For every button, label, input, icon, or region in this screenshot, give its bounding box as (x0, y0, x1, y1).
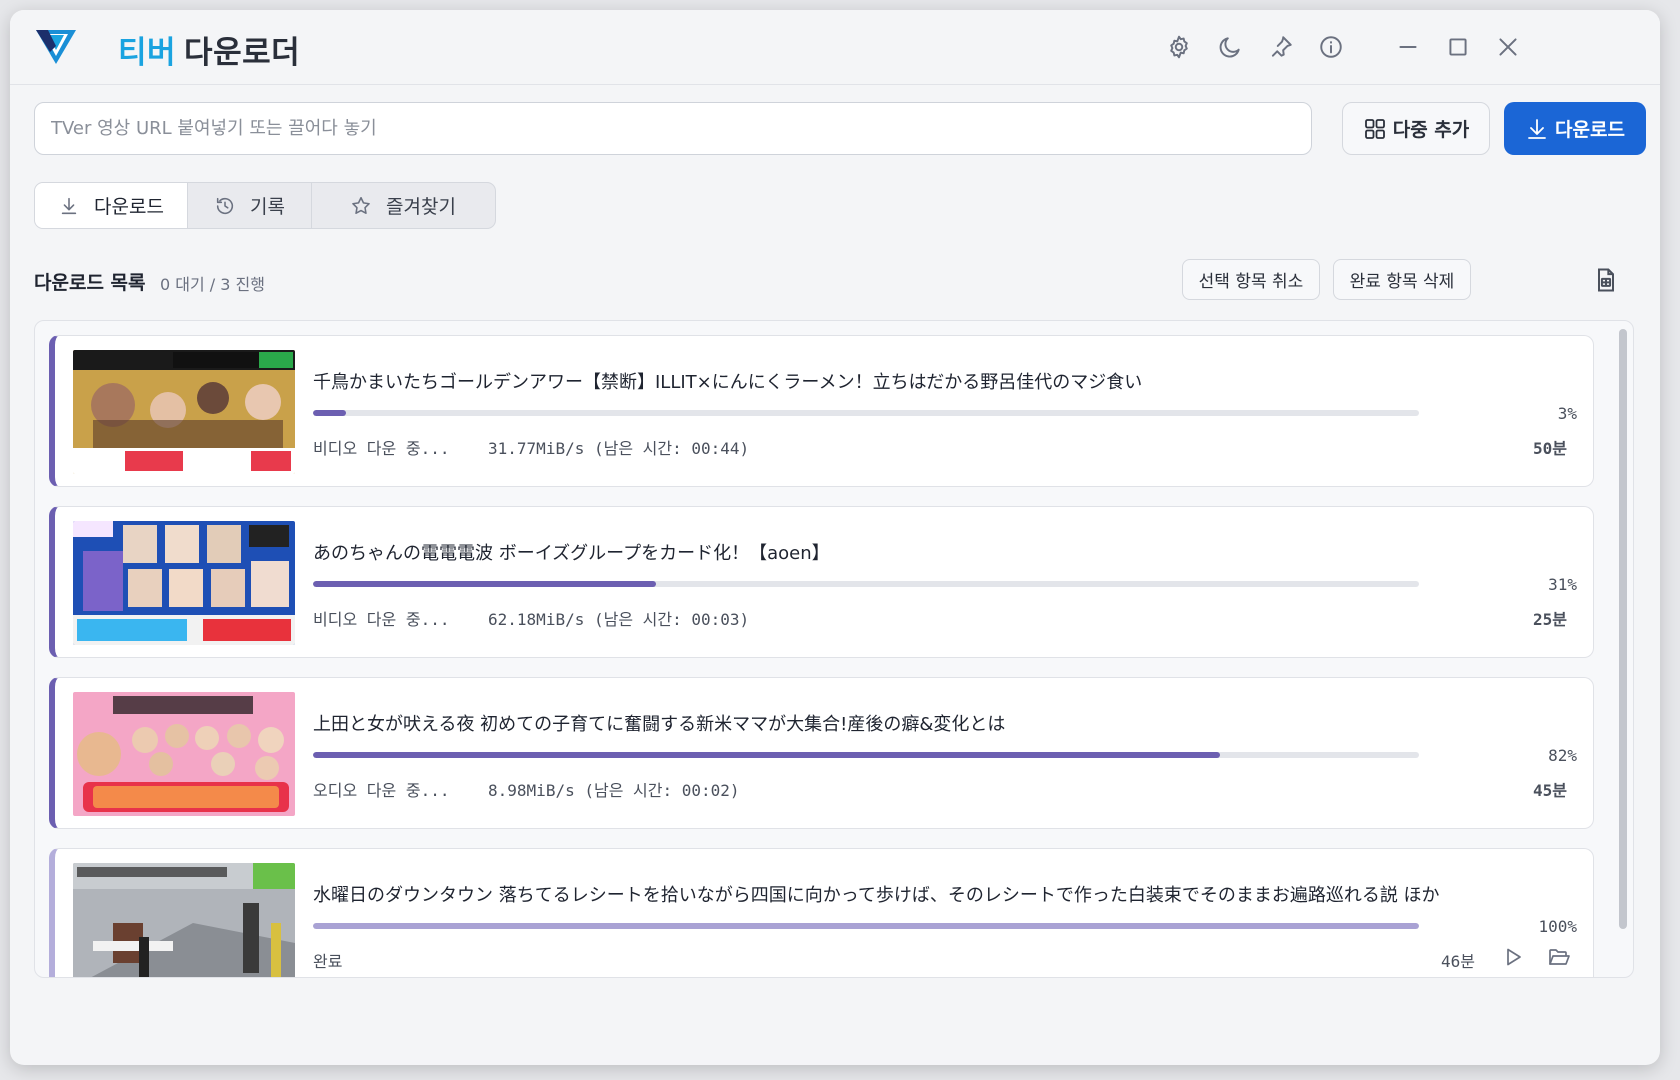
folder-open-icon[interactable] (1547, 945, 1573, 971)
log-file-icon[interactable] (1592, 266, 1620, 294)
history-icon (216, 197, 234, 214)
app-title-part1: 티버 (118, 35, 177, 71)
cancel-selected-button[interactable]: 선택 항목 취소 (1182, 259, 1320, 300)
download-list-title: 다운로드 목록 (34, 272, 146, 294)
app-title: 티버 다운로더 (118, 27, 300, 72)
item-title: あのちゃんの電電電波 ボーイズグループをカード化！【aoen】 (313, 543, 830, 564)
maximize-icon[interactable] (1443, 32, 1473, 62)
progress-fill (313, 752, 1220, 758)
download-icon (61, 197, 77, 214)
close-icon[interactable] (1493, 32, 1523, 62)
info-icon[interactable] (1316, 32, 1346, 62)
tab-bar: 다운로드 기록 즐겨찾기 (34, 182, 496, 229)
speed-text: 31.77MiB/s (남은 시간: 00:44) (488, 439, 750, 458)
item-status: 비디오 다운 중... 31.77MiB/s (남은 시간: 00:44) (313, 435, 749, 459)
progress-fill (313, 581, 656, 587)
progress-percent: 82% (1548, 746, 1577, 765)
app-window: 티버다운로더 다중 추가 다운로드 (10, 10, 1660, 1065)
download-item[interactable]: 上田と女が吠える夜 初めての子育てに奮闘する新米ママが大集合!産後の癖&変化とは… (49, 677, 1594, 829)
tab-label: 즐겨찾기 (386, 196, 456, 218)
download-icon (1528, 118, 1546, 139)
tab-label: 기록 (250, 196, 285, 218)
queue-count: 0 대기 / 3 진행 (160, 275, 265, 294)
play-icon[interactable] (1501, 945, 1527, 971)
item-duration: 25분 (1533, 610, 1567, 629)
tab-favorites[interactable]: 즐겨찾기 (312, 183, 494, 228)
scrollbar[interactable] (1619, 329, 1627, 929)
app-title-part2: 다운로더 (184, 35, 301, 71)
progress-bar (313, 410, 1419, 416)
minimize-icon[interactable] (1393, 32, 1423, 62)
star-icon (352, 196, 370, 214)
progress-fill (313, 923, 1419, 929)
status-text: 비디오 다운 중... (313, 610, 450, 629)
download-item[interactable]: 水曜日のダウンタウン 落ちてるレシートを拾いながら四国に向かって歩けば、そのレシ… (49, 848, 1594, 977)
pin-icon[interactable] (1266, 32, 1296, 62)
tab-label: 다운로드 (94, 196, 164, 218)
gear-icon[interactable] (1164, 32, 1194, 62)
progress-bar (313, 923, 1419, 929)
download-item[interactable]: あのちゃんの電電電波 ボーイズグループをカード化！【aoen】 31% 비디오 … (49, 506, 1594, 658)
progress-bar (313, 752, 1419, 758)
status-text: 오디오 다운 중... (313, 781, 450, 800)
speed-text: 62.18MiB/s (남은 시간: 00:03) (488, 610, 750, 629)
item-duration: 45분 (1533, 781, 1567, 800)
tab-download[interactable]: 다운로드 (35, 183, 188, 228)
item-duration: 50분 (1533, 439, 1567, 458)
progress-percent: 31% (1548, 575, 1577, 594)
item-status: 비디오 다운 중... 62.18MiB/s (남은 시간: 00:03) (313, 606, 749, 630)
progress-percent: 100% (1538, 917, 1577, 936)
item-status: 완료 (313, 948, 342, 972)
download-list: 千鳥かまいたちゴールデンアワー【禁断】ILLIT×にんにくラーメン！立ちはだかる… (34, 320, 1634, 978)
delete-completed-button[interactable]: 완료 항목 삭제 (1333, 259, 1471, 300)
tab-history[interactable]: 기록 (188, 183, 312, 228)
thumbnail (73, 350, 295, 474)
item-title: 千鳥かまいたちゴールデンアワー【禁断】ILLIT×にんにくラーメン！立ちはだかる… (313, 372, 1143, 393)
grid-icon (1364, 118, 1385, 139)
speed-text: 8.98MiB/s (남은 시간: 00:02) (488, 781, 740, 800)
item-duration: 46분 (1441, 952, 1475, 971)
thumbnail (73, 692, 295, 816)
moon-icon[interactable] (1215, 32, 1245, 62)
download-item[interactable]: 千鳥かまいたちゴールデンアワー【禁断】ILLIT×にんにくラーメン！立ちはだかる… (49, 335, 1594, 487)
item-title: 上田と女が吠える夜 初めての子育てに奮闘する新米ママが大集合!産後の癖&変化とは (313, 714, 1006, 735)
status-text: 비디오 다운 중... (313, 439, 450, 458)
app-logo-icon (34, 26, 78, 66)
progress-fill (313, 410, 347, 416)
progress-bar (313, 581, 1419, 587)
download-label: 다운로드 (1555, 119, 1625, 141)
multi-add-label: 다중 추가 (1392, 119, 1470, 141)
thumbnail (73, 863, 295, 977)
progress-percent: 3% (1557, 404, 1577, 423)
item-title: 水曜日のダウンタウン 落ちてるレシートを拾いながら四国に向かって歩けば、そのレシ… (313, 885, 1440, 906)
multi-add-button[interactable]: 다중 추가 (1342, 102, 1490, 155)
download-button[interactable]: 다운로드 (1504, 102, 1646, 155)
url-input[interactable] (34, 102, 1312, 155)
item-status: 오디오 다운 중... 8.98MiB/s (남은 시간: 00:02) (313, 777, 740, 801)
status-text: 완료 (313, 952, 343, 971)
title-bar: 티버 다운로더 (10, 10, 1660, 85)
thumbnail (73, 521, 295, 645)
